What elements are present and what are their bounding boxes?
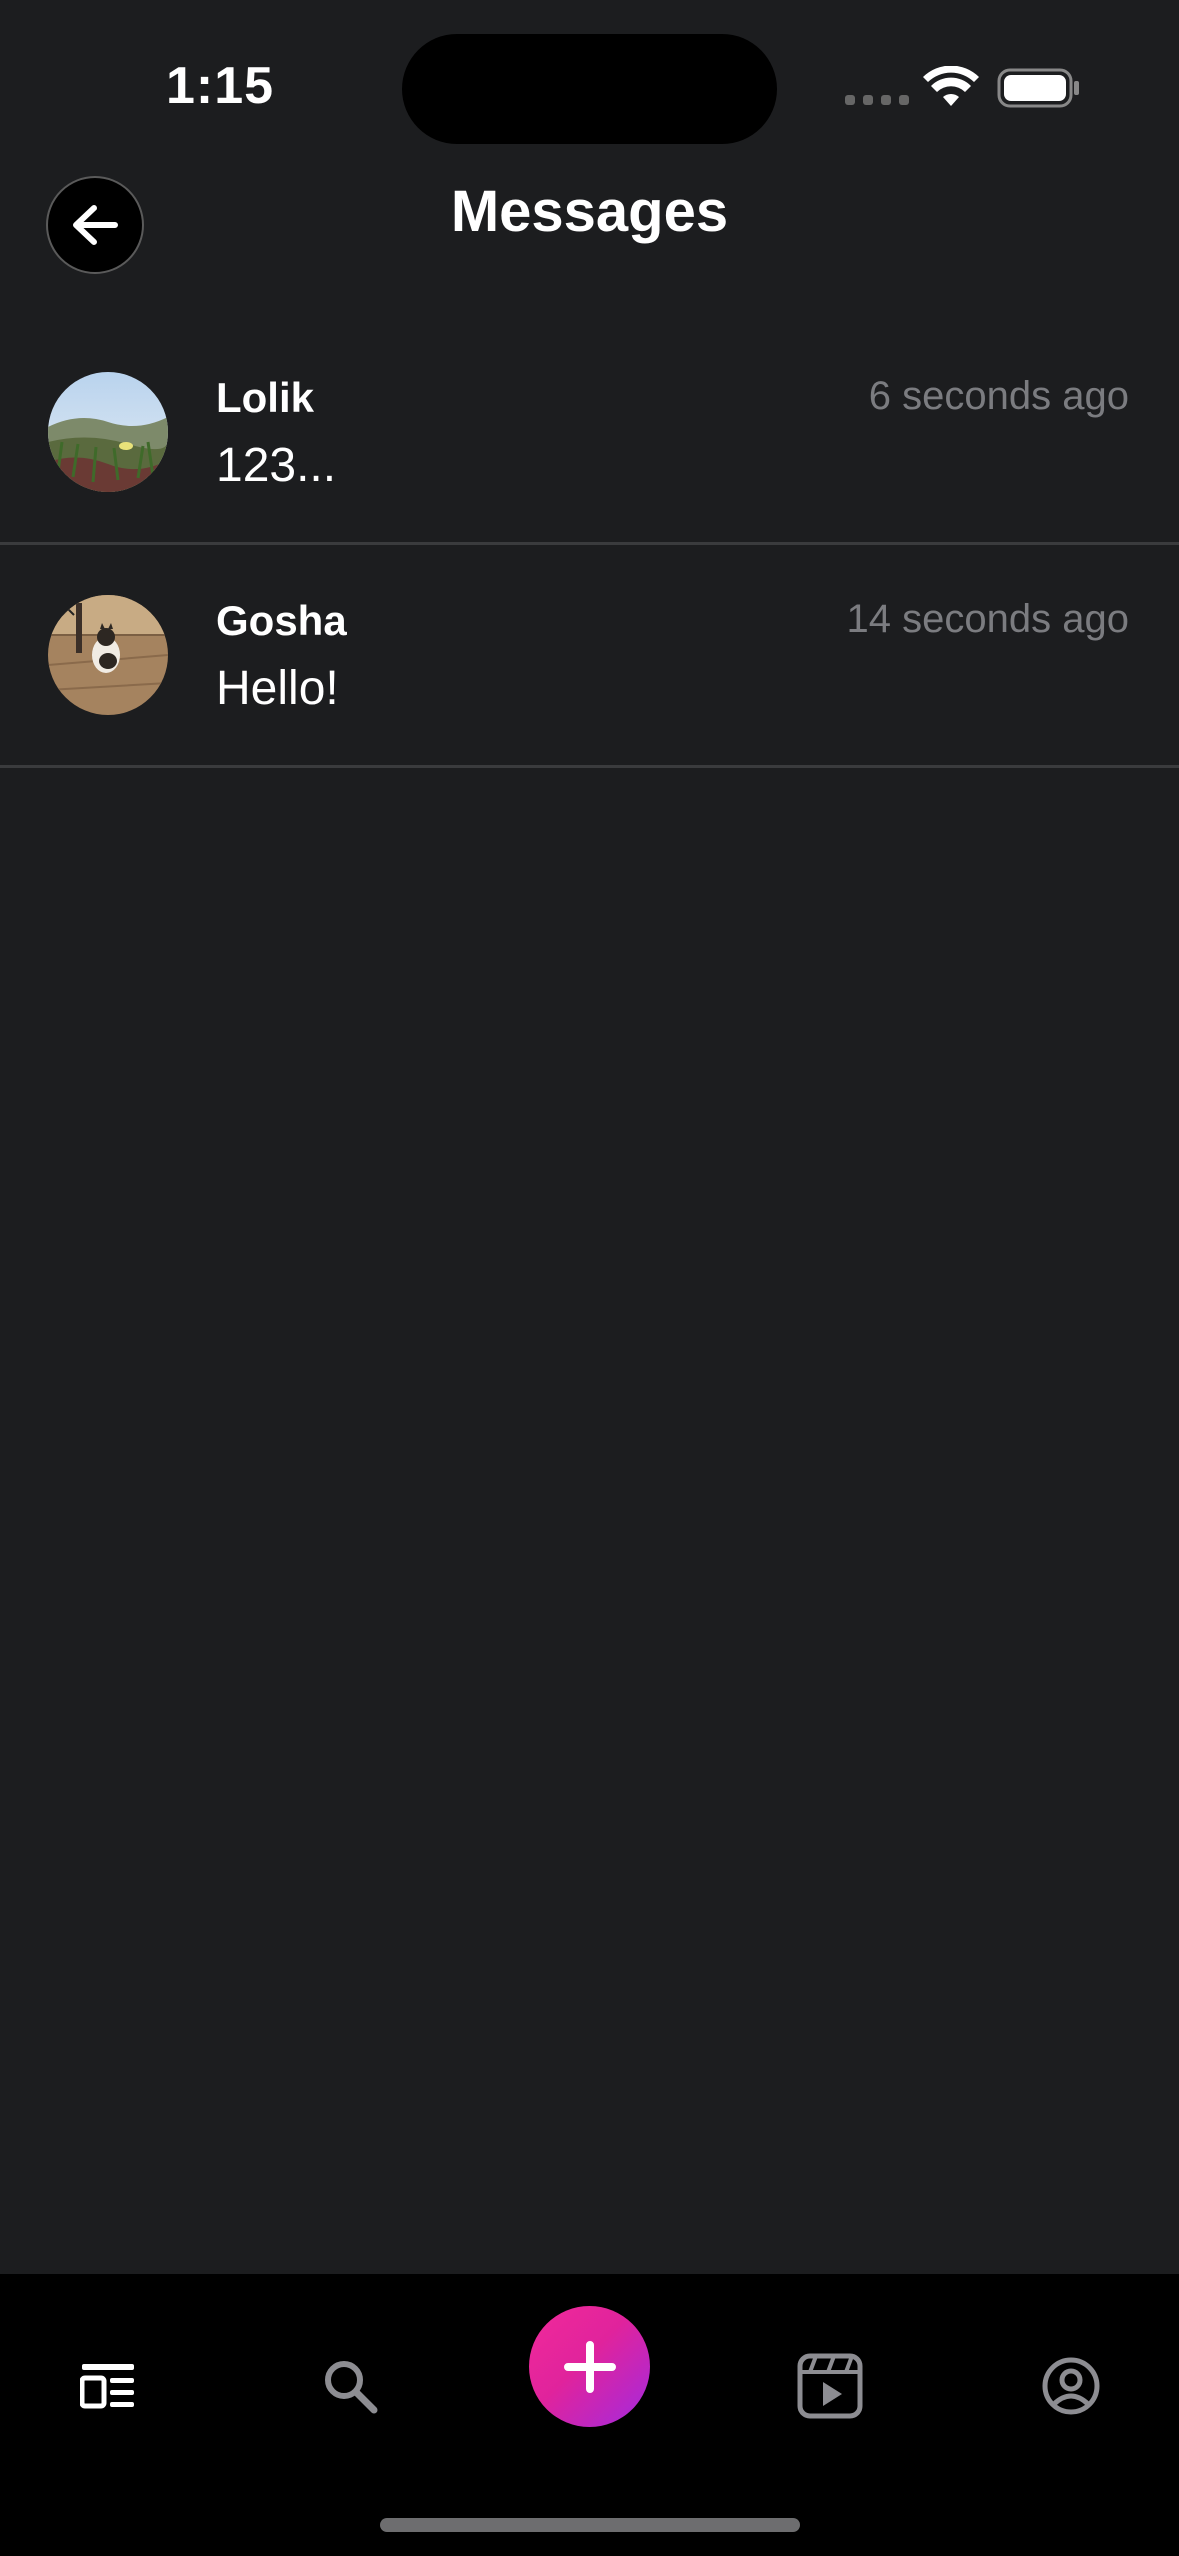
conversation-row[interactable]: Lolik 6 seconds ago 123... xyxy=(0,322,1179,545)
tab-profile[interactable] xyxy=(1011,2326,1131,2446)
user-circle-icon xyxy=(1042,2357,1100,2415)
conversation-name: Gosha xyxy=(216,597,347,644)
page-title: Messages xyxy=(450,179,729,244)
tab-reels[interactable] xyxy=(770,2326,890,2446)
conversation-list: Lolik 6 seconds ago 123... Gosha 14 seco… xyxy=(0,322,1179,768)
feed-icon xyxy=(80,2364,134,2409)
tab-feed[interactable] xyxy=(48,2326,168,2446)
conversation-preview: 123... xyxy=(216,439,337,492)
search-icon xyxy=(325,2361,378,2414)
status-time: 1:15 xyxy=(166,57,275,115)
video-clapper-icon xyxy=(797,2353,863,2419)
conversation-time: 14 seconds ago xyxy=(846,597,1129,641)
avatar[interactable] xyxy=(48,595,168,715)
tab-search[interactable] xyxy=(290,2326,410,2446)
messages-screen: 1:15 Messages Lolik 6 seconds ago 123...… xyxy=(0,0,1179,2556)
wifi-icon xyxy=(923,66,979,106)
battery-icon xyxy=(997,68,1079,108)
tab-bar xyxy=(0,2274,1179,2556)
avatar[interactable] xyxy=(48,372,168,492)
dynamic-island xyxy=(402,34,777,144)
conversation-row[interactable]: Gosha 14 seconds ago Hello! xyxy=(0,545,1179,768)
conversation-name: Lolik xyxy=(216,374,315,421)
cellular-signal-icon xyxy=(845,95,909,105)
conversation-time: 6 seconds ago xyxy=(868,374,1129,418)
home-indicator[interactable] xyxy=(380,2518,800,2532)
plus-icon xyxy=(563,2340,616,2393)
conversation-preview: Hello! xyxy=(216,662,339,715)
create-post-button[interactable] xyxy=(529,2306,650,2427)
